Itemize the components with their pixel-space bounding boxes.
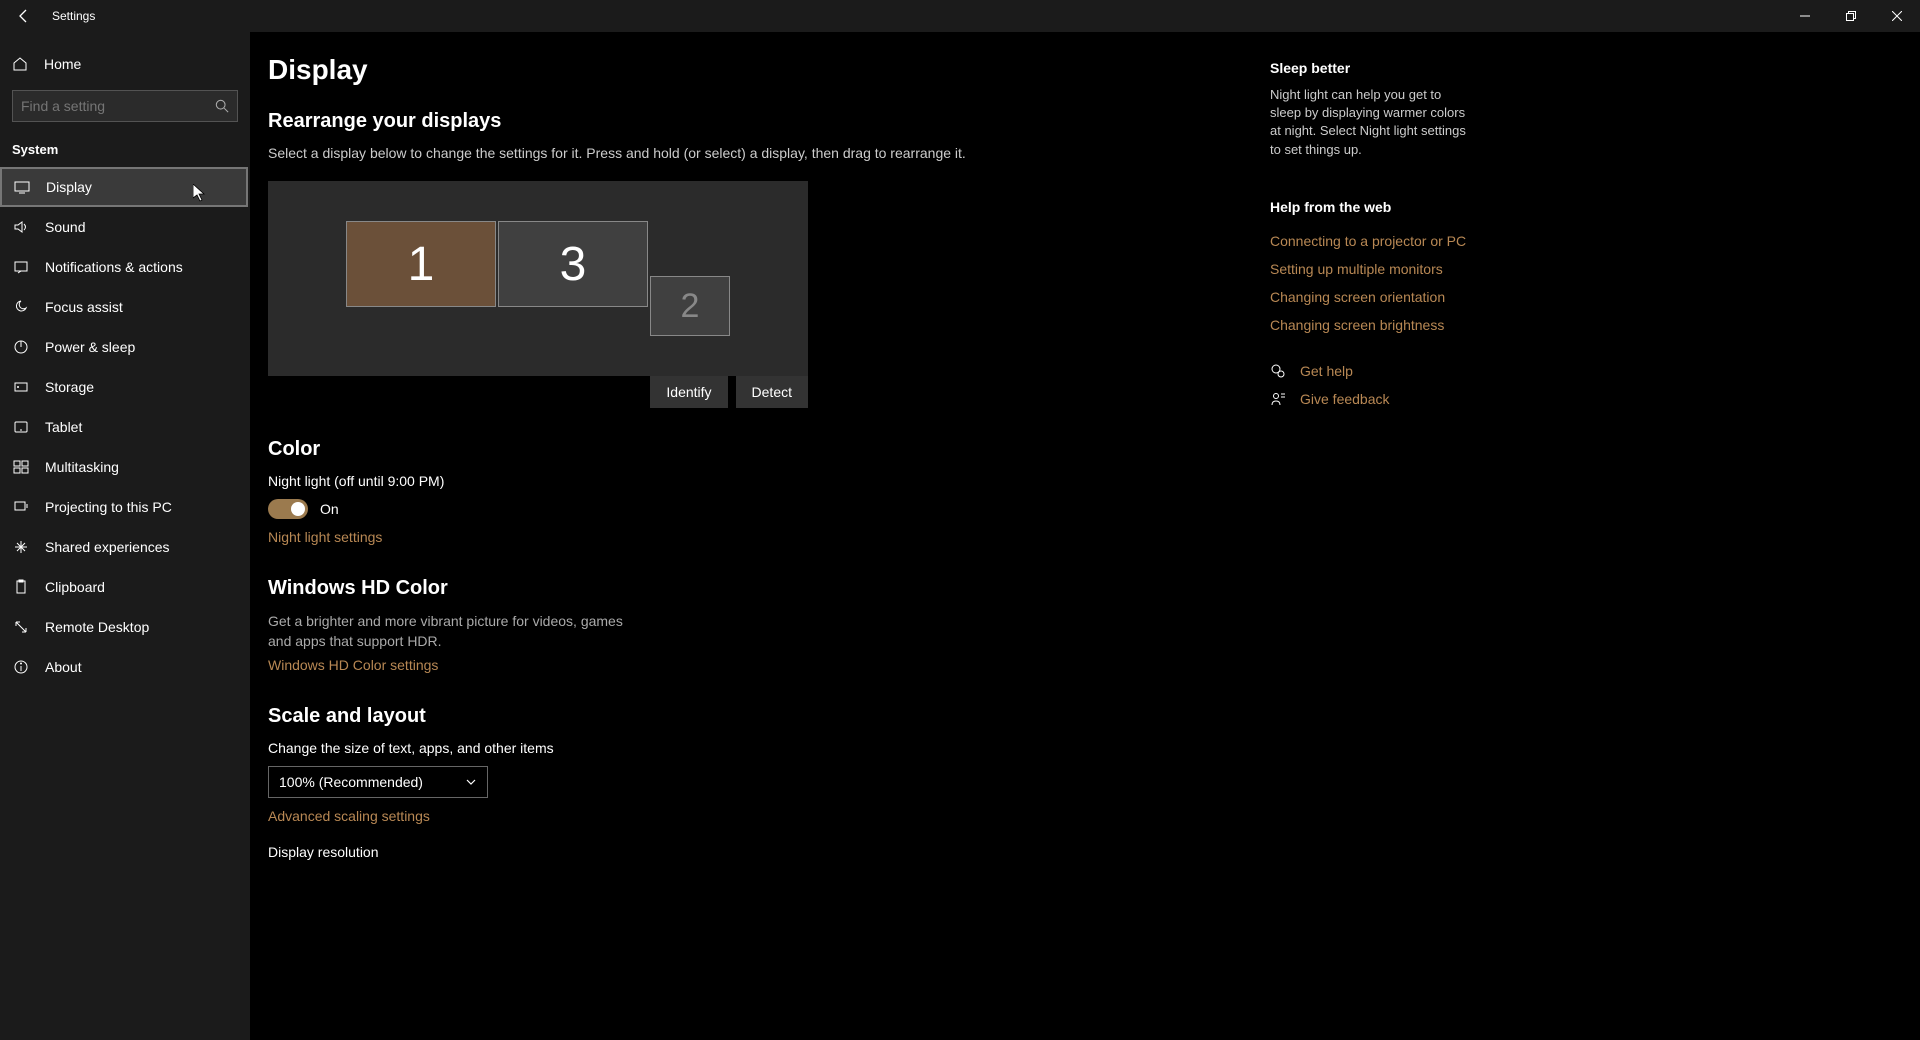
resolution-label: Display resolution [268, 844, 1246, 860]
feedback-icon [1270, 391, 1286, 407]
nav-power-sleep[interactable]: Power & sleep [0, 327, 250, 367]
help-link-monitors[interactable]: Setting up multiple monitors [1270, 261, 1470, 277]
scale-size-label: Change the size of text, apps, and other… [268, 740, 1246, 756]
focus-assist-icon [13, 299, 29, 315]
search-box[interactable] [12, 90, 238, 122]
scale-dropdown[interactable]: 100% (Recommended) [268, 766, 488, 798]
color-heading: Color [268, 438, 1246, 461]
nav-projecting[interactable]: Projecting to this PC [0, 487, 250, 527]
nav-label: Shared experiences [45, 539, 170, 555]
scale-value: 100% (Recommended) [279, 774, 423, 790]
get-help-icon [1270, 363, 1286, 379]
nav-storage[interactable]: Storage [0, 367, 250, 407]
help-link-projector[interactable]: Connecting to a projector or PC [1270, 233, 1470, 249]
monitor-1[interactable]: 1 [346, 221, 496, 307]
window-title: Settings [52, 9, 95, 23]
shared-icon [13, 539, 29, 555]
hdr-heading: Windows HD Color [268, 577, 1246, 600]
monitor-3[interactable]: 3 [498, 221, 648, 307]
night-light-toggle[interactable] [268, 499, 308, 519]
clipboard-icon [13, 579, 29, 595]
nav-about[interactable]: About [0, 647, 250, 687]
nav-notifications[interactable]: Notifications & actions [0, 247, 250, 287]
nav-label: Display [46, 179, 92, 195]
nav-tablet[interactable]: Tablet [0, 407, 250, 447]
maximize-icon [1846, 11, 1856, 21]
sound-icon [13, 219, 29, 235]
maximize-button[interactable] [1828, 0, 1874, 32]
power-icon [13, 339, 29, 355]
help-from-web-title: Help from the web [1270, 199, 1470, 215]
display-arrangement-area[interactable]: 1 3 2 [268, 181, 808, 376]
nav-remote-desktop[interactable]: Remote Desktop [0, 607, 250, 647]
get-help-row[interactable]: Get help [1270, 363, 1470, 379]
help-link-brightness[interactable]: Changing screen brightness [1270, 317, 1470, 333]
nav-label: Storage [45, 379, 94, 395]
minimize-button[interactable] [1782, 0, 1828, 32]
advanced-scaling-link[interactable]: Advanced scaling settings [268, 808, 430, 824]
arrow-left-icon [16, 8, 32, 24]
nav-focus-assist[interactable]: Focus assist [0, 287, 250, 327]
nav-label: Sound [45, 219, 85, 235]
title-bar: Settings [0, 0, 1920, 32]
projecting-icon [13, 499, 29, 515]
nav-label: Projecting to this PC [45, 499, 172, 515]
home-icon [12, 56, 28, 72]
nav-sound[interactable]: Sound [0, 207, 250, 247]
rearrange-desc: Select a display below to change the set… [268, 145, 1246, 161]
chevron-down-icon [465, 776, 477, 788]
feedback-link[interactable]: Give feedback [1300, 391, 1390, 407]
right-panel: Sleep better Night light can help you ge… [1270, 32, 1490, 1040]
scale-heading: Scale and layout [268, 705, 1246, 728]
detect-button[interactable]: Detect [736, 376, 808, 408]
close-icon [1892, 11, 1902, 21]
nav-label: Tablet [45, 419, 82, 435]
toggle-state: On [320, 501, 339, 517]
sleep-better-desc: Night light can help you get to sleep by… [1270, 86, 1470, 159]
get-help-link[interactable]: Get help [1300, 363, 1353, 379]
nav-label: Remote Desktop [45, 619, 149, 635]
notifications-icon [13, 259, 29, 275]
night-light-label: Night light (off until 9:00 PM) [268, 473, 1246, 489]
nav-display[interactable]: Display [0, 167, 248, 207]
sidebar: Home System Display Sound Notifications … [0, 32, 250, 1040]
nav-multitasking[interactable]: Multitasking [0, 447, 250, 487]
nav-label: Power & sleep [45, 339, 135, 355]
help-link-orientation[interactable]: Changing screen orientation [1270, 289, 1470, 305]
remote-desktop-icon [13, 619, 29, 635]
nav-label: Focus assist [45, 299, 123, 315]
nav-label: About [45, 659, 82, 675]
about-icon [13, 659, 29, 675]
tablet-icon [13, 419, 29, 435]
display-icon [14, 179, 30, 195]
hdr-desc: Get a brighter and more vibrant picture … [268, 612, 628, 651]
identify-button[interactable]: Identify [650, 376, 727, 408]
rearrange-heading: Rearrange your displays [268, 110, 1246, 133]
back-button[interactable] [0, 0, 48, 32]
category-header: System [0, 136, 250, 167]
sleep-better-title: Sleep better [1270, 60, 1470, 76]
nav-label: Clipboard [45, 579, 105, 595]
nav-label: Multitasking [45, 459, 119, 475]
nav-clipboard[interactable]: Clipboard [0, 567, 250, 607]
storage-icon [13, 379, 29, 395]
page-title: Display [268, 54, 1246, 86]
monitor-2[interactable]: 2 [650, 276, 730, 336]
minimize-icon [1800, 11, 1810, 21]
feedback-row[interactable]: Give feedback [1270, 391, 1470, 407]
home-nav[interactable]: Home [0, 44, 250, 84]
nav-label: Notifications & actions [45, 259, 183, 275]
nav-shared-experiences[interactable]: Shared experiences [0, 527, 250, 567]
home-label: Home [44, 56, 81, 72]
search-icon [215, 99, 229, 113]
content: Display Rearrange your displays Select a… [250, 32, 1920, 1040]
search-input[interactable] [21, 98, 215, 114]
multitasking-icon [13, 459, 29, 475]
night-light-settings-link[interactable]: Night light settings [268, 529, 382, 545]
hdr-settings-link[interactable]: Windows HD Color settings [268, 657, 438, 673]
close-button[interactable] [1874, 0, 1920, 32]
